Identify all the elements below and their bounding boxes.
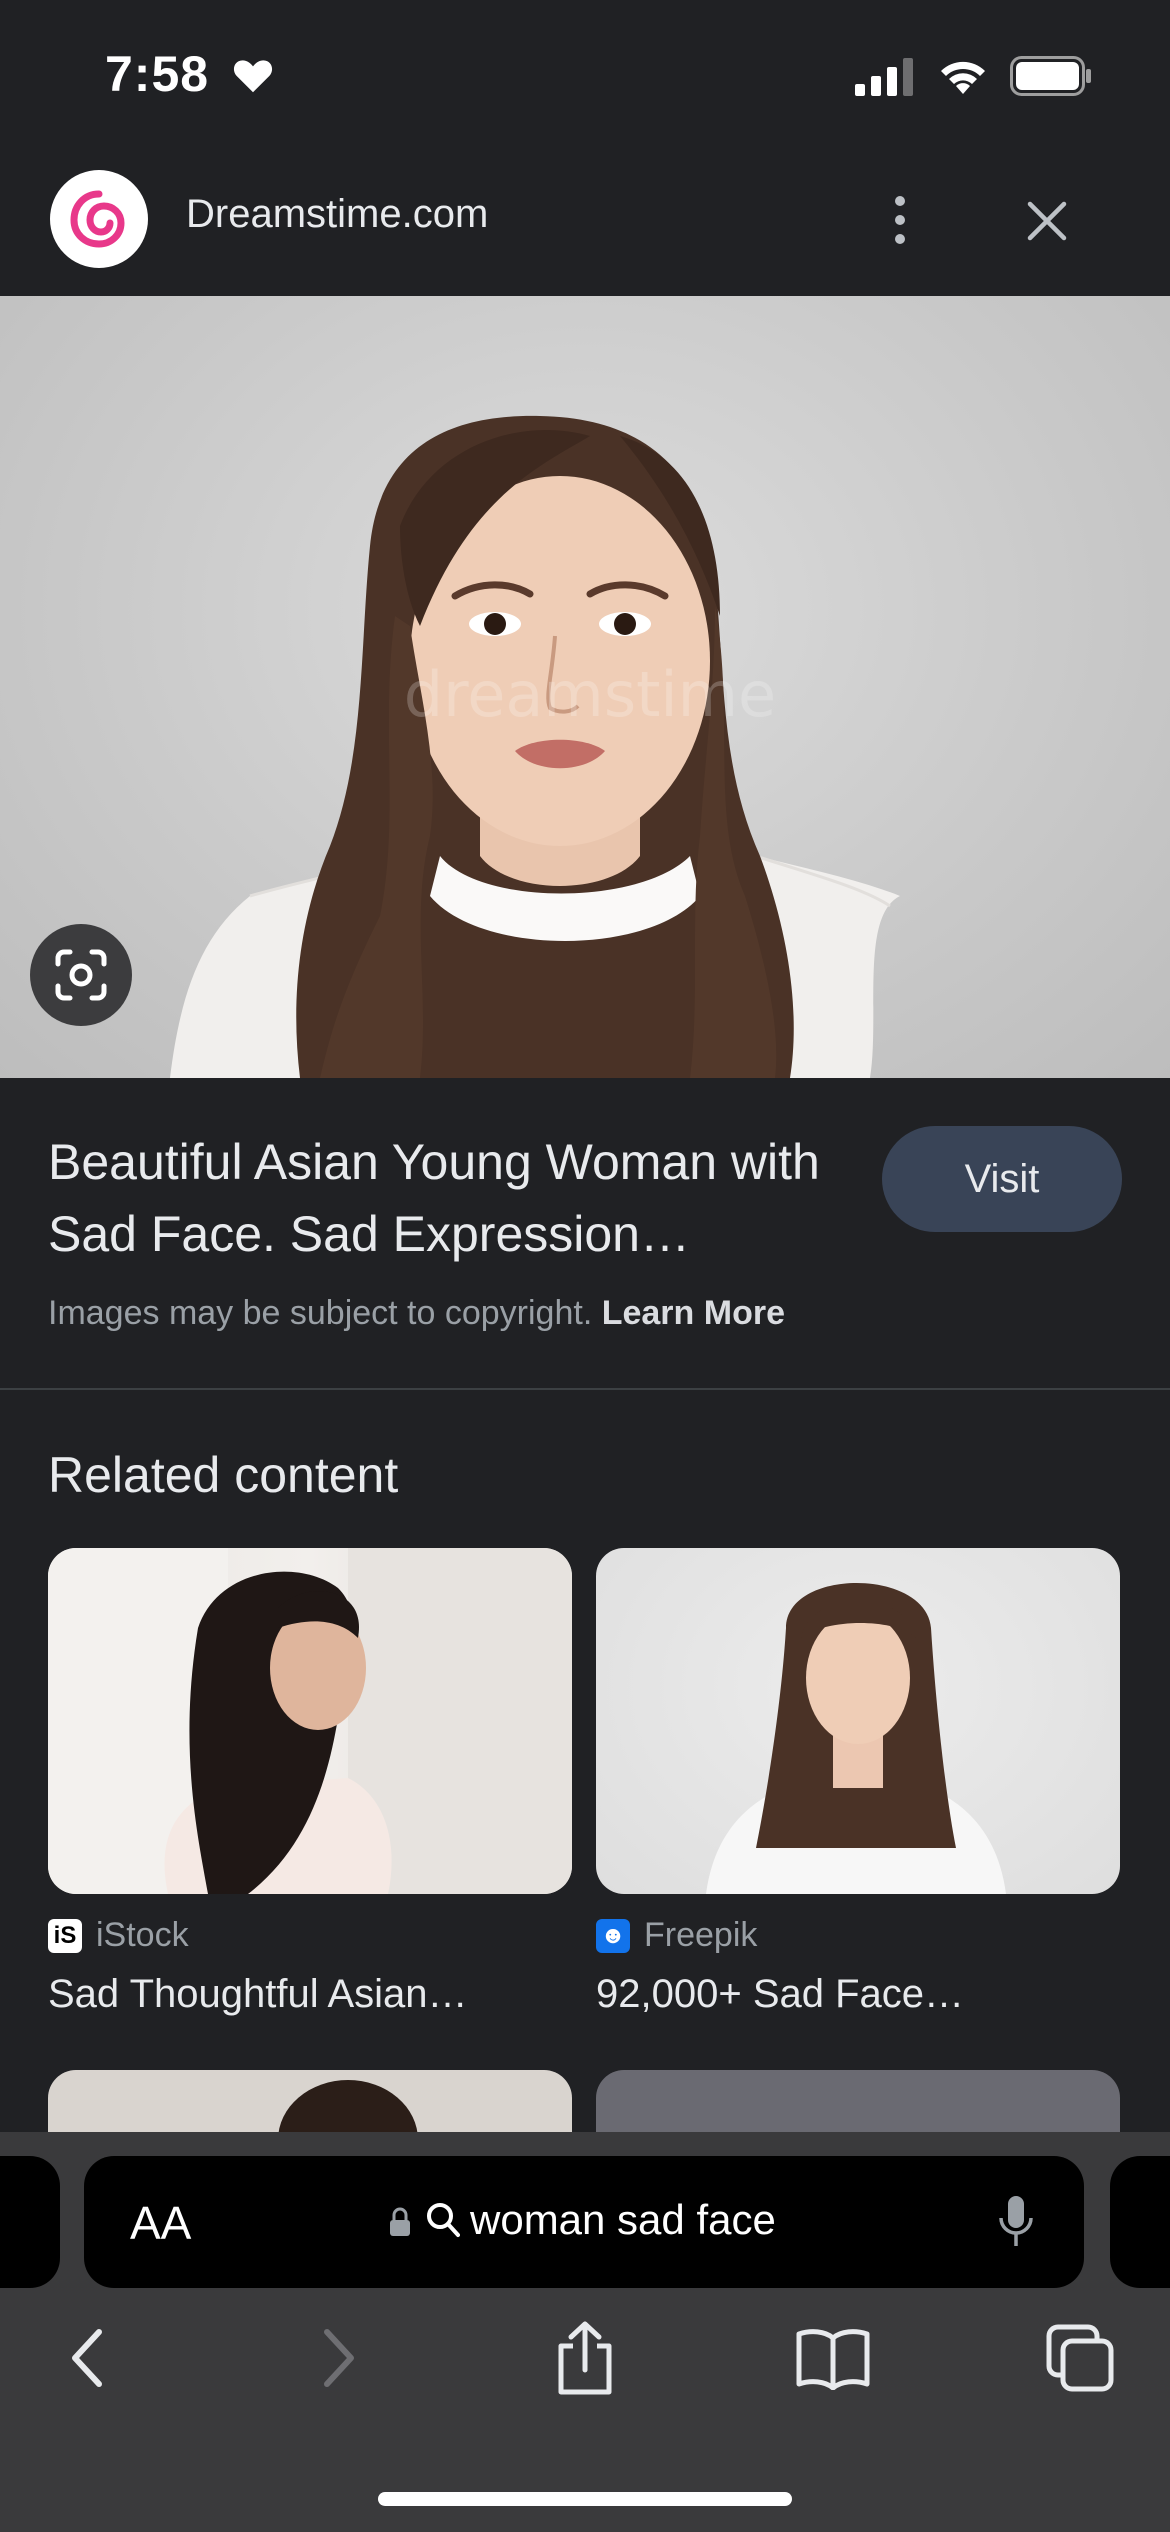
next-tab-peek[interactable] bbox=[1110, 2156, 1170, 2288]
forward-button[interactable] bbox=[298, 2318, 378, 2398]
back-button[interactable] bbox=[48, 2318, 128, 2398]
copyright-text: Images may be subject to copyright. bbox=[48, 1294, 593, 1332]
related-image-partial[interactable] bbox=[596, 2070, 1120, 2140]
close-icon[interactable] bbox=[1022, 196, 1072, 246]
source-label: Freepik bbox=[644, 1916, 758, 1954]
freepik-icon: ☻ bbox=[596, 1918, 630, 1953]
visit-button[interactable]: Visit bbox=[882, 1126, 1122, 1232]
copyright-notice: Images may be subject to copyright. Lear… bbox=[48, 1294, 785, 1333]
divider bbox=[0, 1388, 1170, 1390]
clock: 7:58 bbox=[105, 46, 210, 102]
site-name[interactable]: Dreamstime.com bbox=[186, 192, 488, 237]
dreamstime-logo-icon[interactable] bbox=[50, 170, 148, 268]
related-image-partial[interactable] bbox=[48, 2070, 572, 2140]
search-icon bbox=[427, 2203, 460, 2237]
woman-photo: dreamstime bbox=[170, 415, 900, 1078]
related-caption[interactable]: Sad Thoughtful Asian… bbox=[48, 1972, 468, 2017]
source-istock[interactable]: iS iStock bbox=[48, 1916, 189, 1955]
tabs-button[interactable] bbox=[1040, 2318, 1120, 2398]
related-image-istock[interactable] bbox=[48, 1548, 572, 1894]
chevron-right-icon bbox=[324, 2329, 354, 2387]
text-size-label: AA bbox=[130, 2197, 192, 2249]
share-button[interactable] bbox=[545, 2318, 625, 2398]
related-caption[interactable]: 92,000+ Sad Face… bbox=[596, 1972, 964, 2017]
share-icon bbox=[558, 2321, 612, 2395]
watermark: dreamstime bbox=[404, 658, 776, 731]
chevron-left-icon bbox=[72, 2329, 102, 2387]
lens-search-button[interactable] bbox=[30, 924, 132, 1026]
source-label: iStock bbox=[96, 1916, 189, 1954]
more-options-icon[interactable] bbox=[886, 190, 914, 250]
istock-icon: iS bbox=[48, 1918, 82, 1953]
heart-icon bbox=[233, 60, 273, 93]
microphone-icon[interactable] bbox=[998, 2194, 1034, 2250]
related-content-heading: Related content bbox=[48, 1447, 399, 1503]
learn-more-link[interactable]: Learn More bbox=[602, 1294, 785, 1332]
related-image-freepik[interactable] bbox=[596, 1548, 1120, 1894]
text-size-button[interactable]: AA bbox=[130, 2196, 191, 2250]
battery-icon bbox=[1010, 56, 1091, 96]
signal-icon bbox=[855, 58, 913, 96]
source-freepik[interactable]: ☻ Freepik bbox=[596, 1916, 757, 1955]
status-bar: 7:58 bbox=[0, 0, 1170, 150]
result-header: Dreamstime.com bbox=[0, 150, 1170, 296]
result-image[interactable]: dreamstime bbox=[0, 296, 1170, 1078]
tabs-icon bbox=[1046, 2324, 1114, 2392]
previous-tab-peek[interactable] bbox=[0, 2156, 60, 2288]
lens-icon bbox=[55, 949, 107, 1001]
address-bar[interactable]: AA woman sad face bbox=[84, 2156, 1084, 2288]
lock-icon bbox=[390, 2207, 410, 2236]
book-icon bbox=[796, 2329, 870, 2390]
wifi-icon bbox=[941, 61, 985, 94]
url-field[interactable]: woman sad face bbox=[470, 2196, 776, 2244]
bookmarks-button[interactable] bbox=[793, 2318, 873, 2398]
home-indicator[interactable] bbox=[378, 2492, 792, 2506]
result-title[interactable]: Beautiful Asian Young Woman with Sad Fac… bbox=[48, 1126, 868, 1270]
